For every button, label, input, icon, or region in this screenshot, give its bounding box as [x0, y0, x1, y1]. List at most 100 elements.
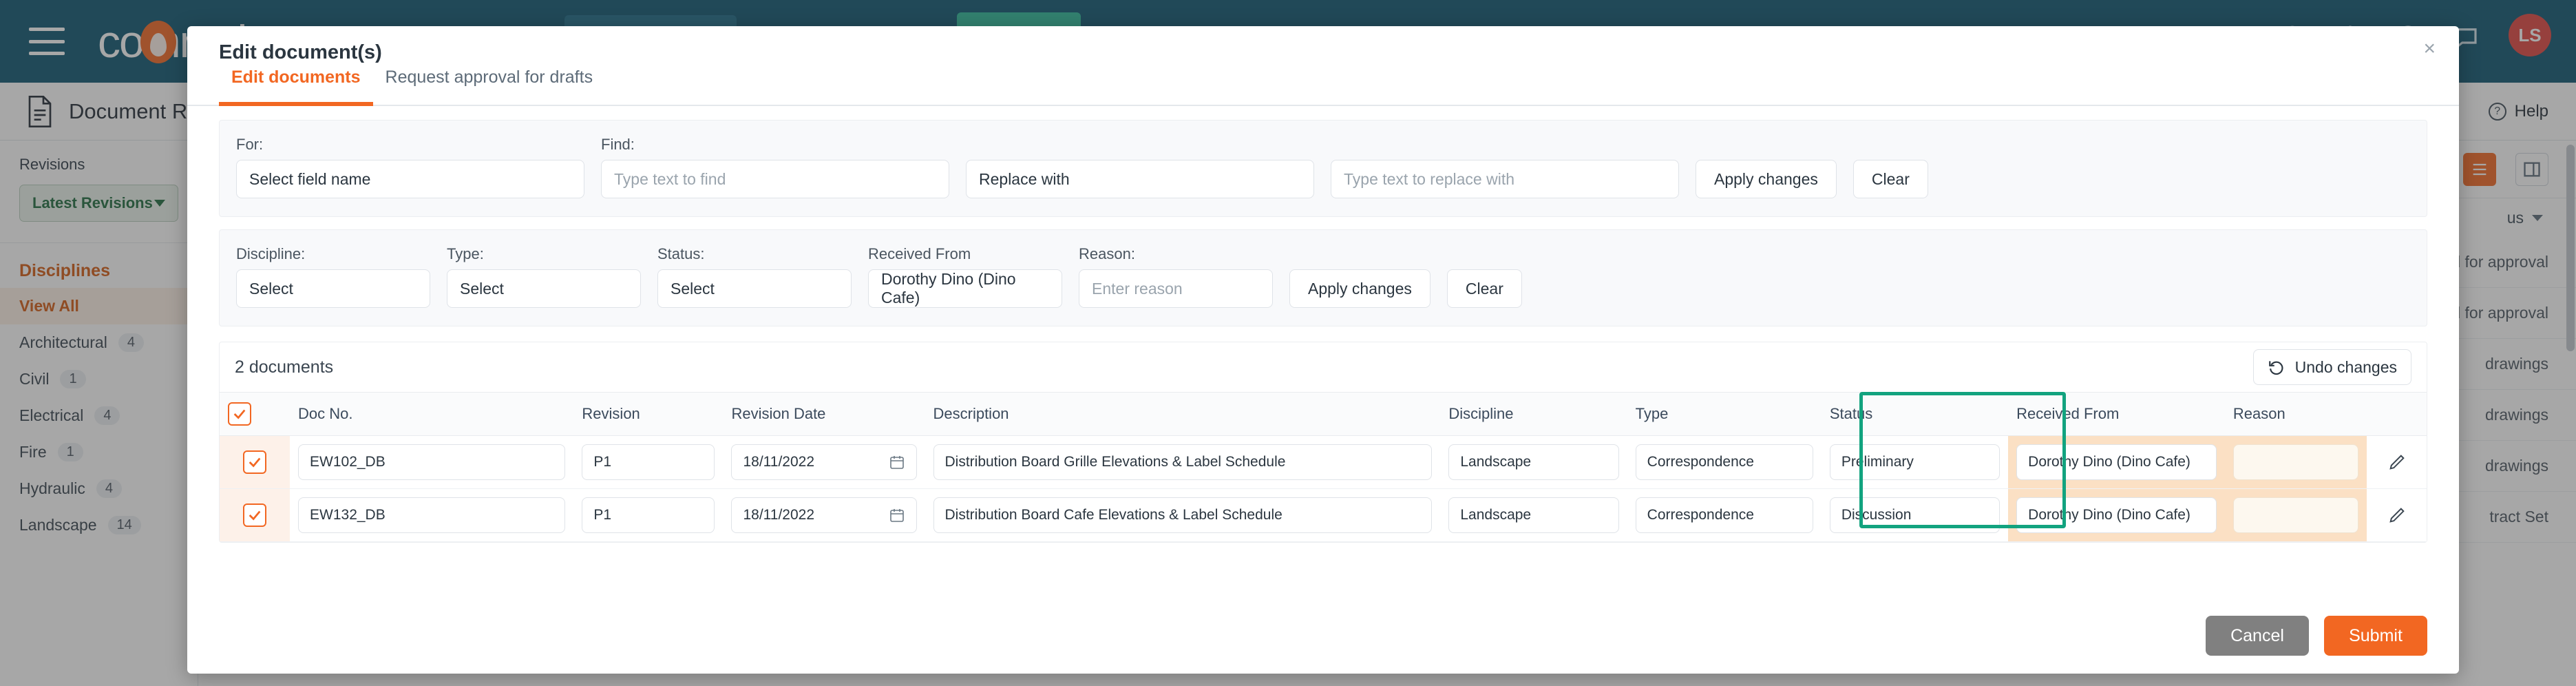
- find-replace-row: For: Select field name Find: Type text t…: [236, 136, 2410, 198]
- cell-edit: [2367, 436, 2427, 489]
- status-cell-select[interactable]: Discussion: [1830, 497, 2000, 533]
- reason-cell-input[interactable]: [2233, 444, 2358, 480]
- revision-date-input[interactable]: 18/11/2022: [731, 444, 916, 480]
- undo-changes-button[interactable]: Undo changes: [2253, 349, 2411, 385]
- pencil-icon: [2387, 453, 2407, 472]
- cancel-button[interactable]: Cancel: [2206, 616, 2309, 656]
- status-label: Status:: [657, 245, 852, 263]
- cell-discipline: Landscape: [1440, 489, 1627, 542]
- cell-revision-date: 18/11/2022: [723, 436, 925, 489]
- cell-revision: P1: [573, 436, 723, 489]
- discipline-field-group: Discipline: Select: [236, 245, 430, 308]
- close-icon[interactable]: ×: [2423, 39, 2436, 59]
- find-field-group: Find: Type text to find: [601, 136, 949, 198]
- for-select[interactable]: Select field name: [236, 160, 584, 198]
- dialog-header: Edit document(s) ×: [187, 26, 2459, 67]
- cell-revision-date: 18/11/2022: [723, 489, 925, 542]
- replace-field-group: Type text to replace with: [1331, 136, 1679, 198]
- for-label: For:: [236, 136, 584, 154]
- edit-row-button[interactable]: [2375, 506, 2418, 525]
- column-header-reason[interactable]: Reason: [2225, 393, 2367, 436]
- cell-status: Discussion: [1822, 489, 2008, 542]
- tab-edit-documents[interactable]: Edit documents: [219, 67, 373, 105]
- row-checkbox[interactable]: [243, 450, 266, 474]
- status-field-group: Status: Select: [657, 245, 852, 308]
- discipline-cell-select[interactable]: Landscape: [1448, 497, 1618, 533]
- table-row: EW132_DB P1 18/11/2022 Distribution Boar…: [220, 489, 2427, 542]
- type-select[interactable]: Select: [447, 269, 641, 308]
- type-cell-select[interactable]: Correspondence: [1636, 497, 1813, 533]
- documents-section-header: 2 documents Undo changes: [220, 342, 2427, 392]
- description-input[interactable]: Distribution Board Grille Elevations & L…: [933, 444, 1433, 480]
- undo-icon: [2268, 358, 2285, 376]
- column-header-edit: [2367, 393, 2427, 436]
- type-cell-select[interactable]: Correspondence: [1636, 444, 1813, 480]
- select-all-checkbox[interactable]: [228, 402, 251, 426]
- discipline-cell-select[interactable]: Landscape: [1448, 444, 1618, 480]
- replace-input[interactable]: Type text to replace with: [1331, 160, 1679, 198]
- edit-row-button[interactable]: [2375, 453, 2418, 472]
- column-header-received-from[interactable]: Received From: [2008, 393, 2225, 436]
- find-replace-panel: For: Select field name Find: Type text t…: [219, 120, 2427, 217]
- undo-changes-label: Undo changes: [2295, 358, 2397, 377]
- row-checkbox[interactable]: [243, 503, 266, 527]
- bulk-fields-row: Discipline: Select Type: Select Status: …: [236, 245, 2410, 308]
- find-label: Find:: [601, 136, 949, 154]
- replace-label-group: Replace with: [966, 136, 1314, 198]
- cell-revision: P1: [573, 489, 723, 542]
- column-header-doc-no[interactable]: Doc No.: [290, 393, 573, 436]
- status-cell-select[interactable]: Preliminary: [1830, 444, 2000, 480]
- received-from-cell-select[interactable]: Dorothy Dino (Dino Cafe): [2016, 497, 2217, 533]
- cell-type: Correspondence: [1627, 489, 1822, 542]
- revision-input[interactable]: P1: [582, 444, 715, 480]
- spacer-label: [1331, 136, 1679, 154]
- calendar-icon: [889, 507, 905, 523]
- check-icon: [247, 508, 262, 523]
- received-from-select[interactable]: Dorothy Dino (Dino Cafe): [868, 269, 1062, 308]
- cell-reason: [2225, 489, 2367, 542]
- discipline-select[interactable]: Select: [236, 269, 430, 308]
- discipline-label: Discipline:: [236, 245, 430, 263]
- cell-description: Distribution Board Cafe Elevations & Lab…: [925, 489, 1441, 542]
- description-input[interactable]: Distribution Board Cafe Elevations & Lab…: [933, 497, 1433, 533]
- cell-doc-no: EW102_DB: [290, 436, 573, 489]
- type-label: Type:: [447, 245, 641, 263]
- cell-doc-no: EW132_DB: [290, 489, 573, 542]
- calendar-icon: [889, 454, 905, 470]
- column-header-discipline[interactable]: Discipline: [1440, 393, 1627, 436]
- check-icon: [232, 406, 247, 422]
- apply-changes-button-bulk[interactable]: Apply changes: [1289, 269, 1430, 308]
- received-from-cell-select[interactable]: Dorothy Dino (Dino Cafe): [2016, 444, 2217, 480]
- revision-date-input[interactable]: 18/11/2022: [731, 497, 916, 533]
- column-header-revision-date[interactable]: Revision Date: [723, 393, 925, 436]
- column-header-status[interactable]: Status: [1822, 393, 2008, 436]
- apply-changes-button-find[interactable]: Apply changes: [1696, 160, 1837, 198]
- pencil-icon: [2387, 506, 2407, 525]
- cell-status: Preliminary: [1822, 436, 2008, 489]
- type-field-group: Type: Select: [447, 245, 641, 308]
- tab-request-approval-for-drafts[interactable]: Request approval for drafts: [373, 67, 606, 105]
- reason-cell-input[interactable]: [2233, 497, 2358, 533]
- column-header-revision[interactable]: Revision: [573, 393, 723, 436]
- table-header-row: Doc No. Revision Revision Date Descripti…: [220, 393, 2427, 436]
- table-row: EW102_DB P1 18/11/2022 Distribution Boar…: [220, 436, 2427, 489]
- submit-button[interactable]: Submit: [2324, 616, 2427, 656]
- received-from-label: Received From: [868, 245, 1062, 263]
- select-all-header: [220, 393, 290, 436]
- find-input[interactable]: Type text to find: [601, 160, 949, 198]
- reason-label: Reason:: [1079, 245, 1273, 263]
- doc-no-input[interactable]: EW102_DB: [298, 444, 565, 480]
- clear-button-bulk[interactable]: Clear: [1447, 269, 1522, 308]
- column-header-description[interactable]: Description: [925, 393, 1441, 436]
- revision-date-value: 18/11/2022: [743, 507, 814, 523]
- clear-button-find[interactable]: Clear: [1853, 160, 1928, 198]
- doc-no-input[interactable]: EW132_DB: [298, 497, 565, 533]
- revision-input[interactable]: P1: [582, 497, 715, 533]
- dialog-tabs: Edit documents Request approval for draf…: [187, 67, 2459, 106]
- reason-input[interactable]: Enter reason: [1079, 269, 1273, 308]
- edit-documents-dialog: Edit document(s) × Edit documents Reques…: [187, 26, 2459, 674]
- document-count-label: 2 documents: [235, 357, 333, 377]
- column-header-type[interactable]: Type: [1627, 393, 1822, 436]
- for-field-group: For: Select field name: [236, 136, 584, 198]
- status-select[interactable]: Select: [657, 269, 852, 308]
